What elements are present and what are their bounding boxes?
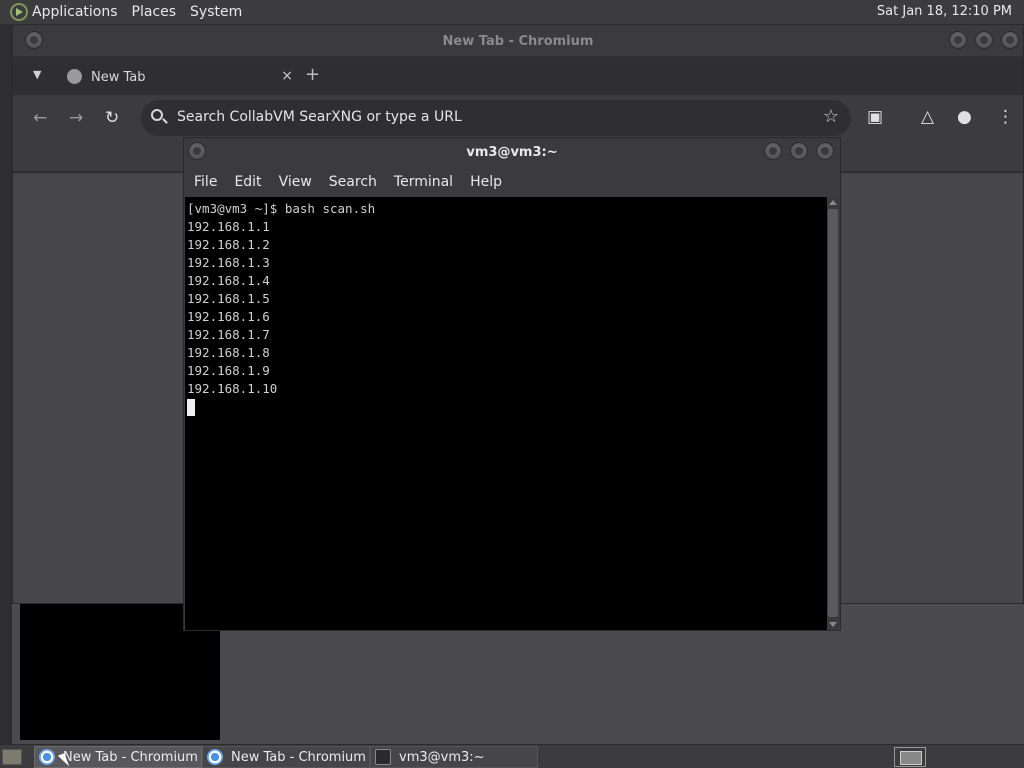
- scroll-down-arrow-icon[interactable]: [829, 622, 837, 627]
- top-panel-menu: Applications Places System: [32, 0, 256, 24]
- menu-edit[interactable]: Edit: [234, 174, 261, 190]
- terminal-line: 192.168.1.9: [187, 363, 270, 378]
- terminal-line: 192.168.1.1: [187, 219, 270, 234]
- close-icon[interactable]: [1001, 31, 1019, 49]
- terminal-line: 192.168.1.4: [187, 273, 270, 288]
- reload-icon[interactable]: ↻: [105, 108, 119, 128]
- terminal-icon: [375, 749, 391, 765]
- taskbar-item-label: vm3@vm3:~: [399, 749, 485, 765]
- menu-system[interactable]: System: [190, 4, 242, 20]
- terminal-line: 192.168.1.3: [187, 255, 270, 270]
- show-desktop-icon[interactable]: [2, 749, 22, 765]
- maximize-icon[interactable]: [975, 31, 993, 49]
- menu-search[interactable]: Search: [329, 174, 377, 190]
- distro-logo-icon[interactable]: [10, 3, 28, 21]
- tab-strip: ▼ New Tab × +: [13, 57, 1023, 95]
- terminal-scrollbar[interactable]: [827, 197, 839, 630]
- chromium-icon: [207, 749, 223, 765]
- tab-close-icon[interactable]: ×: [281, 68, 293, 84]
- menu-applications[interactable]: Applications: [32, 4, 118, 20]
- tab-label: New Tab: [91, 70, 146, 85]
- terminal-menubar: File Edit View Search Terminal Help: [184, 166, 840, 197]
- back-arrow-icon[interactable]: ←: [33, 108, 47, 128]
- minimize-icon[interactable]: [764, 142, 782, 160]
- terminal-line: [vm3@vm3 ~]$ bash scan.sh: [187, 201, 376, 216]
- clock[interactable]: Sat Jan 18, 12:10 PM: [877, 4, 1012, 19]
- terminal-line: 192.168.1.8: [187, 345, 270, 360]
- menu-view[interactable]: View: [279, 174, 312, 190]
- terminal-line: 192.168.1.6: [187, 309, 270, 324]
- terminal-screen[interactable]: [vm3@vm3 ~]$ bash scan.sh 192.168.1.1 19…: [185, 197, 827, 630]
- tab-new-tab[interactable]: New Tab ×: [53, 61, 293, 95]
- terminal-line: 192.168.1.10: [187, 381, 278, 396]
- menu-help[interactable]: Help: [470, 174, 502, 190]
- tab-search-chevron-icon[interactable]: ▼: [33, 68, 41, 81]
- chromium-window-title: New Tab - Chromium: [442, 34, 594, 49]
- workspace-switcher[interactable]: [894, 747, 926, 767]
- scroll-up-arrow-icon[interactable]: [829, 200, 837, 205]
- taskbar-item-label: New Tab - Chromium: [63, 749, 198, 765]
- close-icon[interactable]: [816, 142, 834, 160]
- extensions-icon[interactable]: ▣: [867, 107, 883, 127]
- terminal-line: 192.168.1.7: [187, 327, 270, 342]
- top-panel: Applications Places System Sat Jan 18, 1…: [0, 0, 1024, 24]
- terminal-cursor: [187, 399, 195, 416]
- terminal-window-title: vm3@vm3:~: [466, 145, 558, 160]
- maximize-icon[interactable]: [790, 142, 808, 160]
- forward-arrow-icon[interactable]: →: [69, 108, 83, 128]
- terminal-window: vm3@vm3:~ File Edit View Search Terminal…: [183, 137, 841, 631]
- star-icon[interactable]: ☆: [823, 106, 839, 127]
- omnibox[interactable]: Search CollabVM SearXNG or type a URL ☆: [141, 100, 851, 136]
- chromium-icon: [39, 749, 55, 765]
- globe-icon: [67, 69, 82, 84]
- menu-file[interactable]: File: [194, 174, 217, 190]
- taskbar-item-chromium-2[interactable]: New Tab - Chromium: [202, 746, 370, 768]
- profile-icon[interactable]: ●: [957, 107, 972, 127]
- browser-toolbar: ← → ↻ Search CollabVM SearXNG or type a …: [13, 95, 1023, 141]
- terminal-line: 192.168.1.5: [187, 291, 270, 306]
- terminal-line: 192.168.1.2: [187, 237, 270, 252]
- search-icon: [151, 109, 163, 121]
- taskbar-item-terminal[interactable]: vm3@vm3:~: [370, 746, 538, 768]
- labs-flask-icon[interactable]: △: [921, 107, 934, 127]
- scrollbar-thumb[interactable]: [828, 209, 838, 617]
- minimize-icon[interactable]: [949, 31, 967, 49]
- terminal-titlebar[interactable]: vm3@vm3:~: [184, 138, 840, 166]
- new-tab-button[interactable]: +: [305, 64, 320, 85]
- menu-places[interactable]: Places: [132, 4, 177, 20]
- desktop-background: [0, 24, 12, 744]
- chromium-titlebar[interactable]: New Tab - Chromium: [13, 25, 1023, 57]
- menu-terminal[interactable]: Terminal: [394, 174, 453, 190]
- omnibox-placeholder[interactable]: Search CollabVM SearXNG or type a URL: [177, 109, 462, 125]
- taskbar-item-label: New Tab - Chromium: [231, 749, 366, 765]
- kebab-menu-icon[interactable]: ⋮: [997, 107, 1014, 127]
- taskbar: New Tab - Chromium New Tab - Chromium vm…: [0, 744, 1024, 768]
